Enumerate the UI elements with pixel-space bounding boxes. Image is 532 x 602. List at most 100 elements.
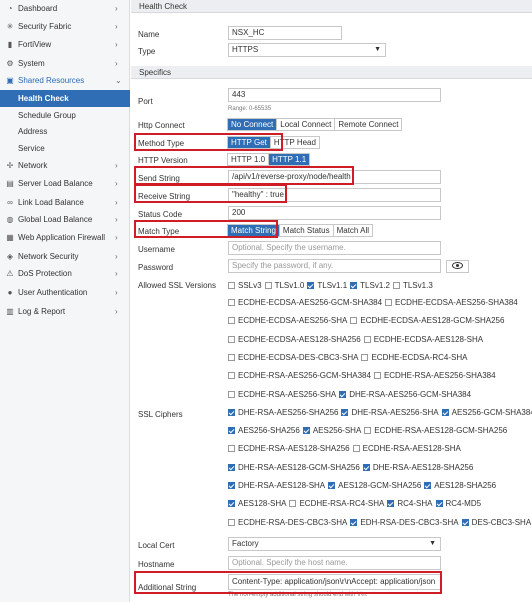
checkbox[interactable] — [387, 500, 395, 507]
ssl-cipher-option[interactable]: DHE-RSA-AES128-GCM-SHA256 — [228, 463, 360, 472]
http-connect-option-remote-connect[interactable]: Remote Connect — [335, 119, 402, 130]
checkbox[interactable] — [339, 391, 347, 398]
sidebar-item-global-load-balance[interactable]: ◍ Global Load Balance › — [0, 211, 130, 228]
checkbox[interactable] — [373, 372, 381, 379]
ssl-cipher-option[interactable]: ECDHE-RSA-RC4-SHA — [289, 499, 384, 508]
ssl-cipher-option[interactable]: ECDHE-ECDSA-RC4-SHA — [361, 353, 467, 362]
checkbox[interactable] — [302, 427, 310, 434]
checkbox[interactable] — [362, 464, 370, 471]
checkbox[interactable] — [289, 500, 297, 507]
status-code-input[interactable]: 200 — [228, 206, 441, 220]
ssl-version-option[interactable]: TLSv1.0 — [264, 281, 304, 290]
sidebar-item-dashboard[interactable]: ◔ Dashboard › — [0, 0, 130, 17]
ssl-cipher-option[interactable]: ECDHE-RSA-AES256-SHA — [228, 390, 336, 399]
checkbox[interactable] — [228, 427, 235, 434]
ssl-cipher-option[interactable]: DHE-RSA-AES256-SHA — [341, 408, 439, 417]
checkbox[interactable] — [264, 282, 272, 289]
ssl-cipher-option[interactable]: AES256-GCM-SHA384 — [441, 408, 532, 417]
sidebar-item-service[interactable]: Service — [0, 140, 130, 157]
ssl-cipher-option[interactable]: ECDHE-ECDSA-AES128-SHA256 — [228, 335, 361, 344]
checkbox[interactable] — [385, 299, 393, 306]
username-input[interactable]: Optional. Specify the username. — [228, 241, 441, 255]
ssl-cipher-option[interactable]: DHE-RSA-AES256-SHA256 — [228, 408, 338, 417]
ssl-cipher-option[interactable]: ECDHE-ECDSA-DES-CBC3-SHA — [228, 353, 358, 362]
match-option-match-string[interactable]: Match String — [228, 225, 280, 236]
send-string-input[interactable]: /api/v1/reverse-proxy/node/health — [228, 170, 441, 184]
sidebar-item-security-fabric[interactable]: ✳ Security Fabric › — [0, 18, 130, 35]
hostname-input[interactable]: Optional. Specify the host name. — [228, 556, 441, 570]
checkbox[interactable] — [228, 282, 235, 289]
sidebar-item-server-load-balance[interactable]: ▤ Server Load Balance › — [0, 175, 130, 192]
sidebar-item-dos-protection[interactable]: ⚠ DoS Protection › — [0, 265, 130, 282]
ssl-cipher-option[interactable]: ECDHE-ECDSA-AES256-GCM-SHA384 — [228, 298, 382, 307]
sidebar-item-system[interactable]: ⚙ System › — [0, 55, 130, 72]
sidebar-item-network-security[interactable]: ◈ Network Security › — [0, 248, 130, 265]
checkbox[interactable] — [228, 409, 235, 416]
checkbox[interactable] — [435, 500, 443, 507]
checkbox[interactable] — [424, 482, 432, 489]
type-select[interactable]: HTTPS ▼ — [228, 43, 386, 57]
http-connect-option-no-connect[interactable]: No Connect — [228, 119, 278, 130]
password-input[interactable]: Specify the password, if any. — [228, 259, 441, 273]
sidebar-item-network[interactable]: ✢ Network › — [0, 157, 130, 174]
checkbox[interactable] — [441, 409, 449, 416]
name-input[interactable]: NSX_HC — [228, 26, 342, 40]
ssl-version-option[interactable]: SSLv3 — [228, 281, 262, 290]
checkbox[interactable] — [352, 445, 360, 452]
ssl-cipher-option[interactable]: DHE-RSA-AES128-SHA — [228, 481, 325, 490]
ssl-cipher-option[interactable]: ECDHE-ECDSA-AES256-SHA384 — [385, 298, 518, 307]
ssl-cipher-option[interactable]: ECDHE-ECDSA-AES128-GCM-SHA256 — [350, 316, 504, 325]
method-option-http-head[interactable]: HTTP Head — [270, 137, 319, 148]
ssl-version-option[interactable]: TLSv1.3 — [392, 281, 433, 290]
ssl-cipher-option[interactable]: ECDHE-RSA-AES128-SHA — [352, 444, 461, 453]
sidebar-item-log-report[interactable]: ▥ Log & Report › — [0, 303, 130, 320]
checkbox[interactable] — [228, 445, 235, 452]
ssl-cipher-option[interactable]: ECDHE-RSA-AES128-GCM-SHA256 — [364, 426, 507, 435]
ssl-cipher-option[interactable]: AES128-SHA — [228, 499, 286, 508]
checkbox[interactable] — [364, 427, 372, 434]
sidebar-item-link-load-balance[interactable]: ∞ Link Load Balance › — [0, 194, 130, 211]
checkbox[interactable] — [361, 354, 369, 361]
checkbox[interactable] — [228, 391, 235, 398]
checkbox[interactable] — [341, 409, 349, 416]
checkbox[interactable] — [461, 519, 469, 526]
sidebar-item-address[interactable]: Address — [0, 123, 130, 140]
port-input[interactable]: 443 — [228, 88, 441, 102]
ssl-cipher-option[interactable]: RC4-MD5 — [435, 499, 481, 508]
sidebar-item-fortiview[interactable]: ▮ FortiView › — [0, 36, 130, 53]
ssl-cipher-option[interactable]: RC4-SHA — [387, 499, 433, 508]
sidebar-item-web-application-firewall[interactable]: ▦ Web Application Firewall › — [0, 229, 130, 246]
ssl-cipher-option[interactable]: AES256-SHA — [302, 426, 361, 435]
ssl-version-option[interactable]: TLSv1.2 — [350, 281, 390, 290]
checkbox[interactable] — [350, 317, 358, 324]
sidebar-item-shared-resources[interactable]: ▣ Shared Resources ⌄ — [0, 72, 130, 89]
ssl-cipher-option[interactable]: DHE-RSA-AES128-SHA256 — [362, 463, 473, 472]
checkbox[interactable] — [228, 482, 235, 489]
checkbox[interactable] — [228, 336, 235, 343]
http-version-option-1-1[interactable]: HTTP 1.1 — [269, 154, 310, 165]
ssl-version-option[interactable]: TLSv1.1 — [307, 281, 347, 290]
checkbox[interactable] — [363, 336, 371, 343]
ssl-cipher-option[interactable]: DES-CBC3-SHA — [461, 518, 531, 527]
ssl-cipher-option[interactable]: AES128-GCM-SHA256 — [328, 481, 421, 490]
match-option-match-status[interactable]: Match Status — [279, 225, 334, 236]
sidebar-item-schedule-group[interactable]: Schedule Group — [0, 107, 130, 124]
checkbox[interactable] — [228, 372, 235, 379]
ssl-cipher-option[interactable]: ECDHE-ECDSA-AES256-SHA — [228, 316, 347, 325]
checkbox[interactable] — [350, 519, 358, 526]
ssl-cipher-option[interactable]: EDH-RSA-DES-CBC3-SHA — [350, 518, 459, 527]
ssl-cipher-option[interactable]: AES128-SHA256 — [424, 481, 496, 490]
ssl-cipher-option[interactable]: ECDHE-RSA-AES128-SHA256 — [228, 444, 350, 453]
http-version-option-1-0[interactable]: HTTP 1.0 — [228, 154, 270, 165]
ssl-cipher-option[interactable]: ECDHE-RSA-AES256-GCM-SHA384 — [228, 371, 371, 380]
checkbox[interactable] — [228, 299, 235, 306]
sidebar-item-user-authentication[interactable]: ● User Authentication › — [0, 284, 130, 301]
ssl-cipher-option[interactable]: AES256-SHA256 — [228, 426, 300, 435]
checkbox[interactable] — [228, 354, 235, 361]
additional-string-input[interactable]: Content-Type: application/json\r\nAccept… — [228, 574, 441, 590]
receive-string-input[interactable]: "healthy" : true — [228, 188, 441, 202]
match-option-match-all[interactable]: Match All — [333, 225, 373, 236]
local-cert-select[interactable]: Factory ▼ — [228, 537, 441, 551]
ssl-cipher-option[interactable]: ECDHE-ECDSA-AES128-SHA — [363, 335, 483, 344]
checkbox[interactable] — [307, 282, 315, 289]
